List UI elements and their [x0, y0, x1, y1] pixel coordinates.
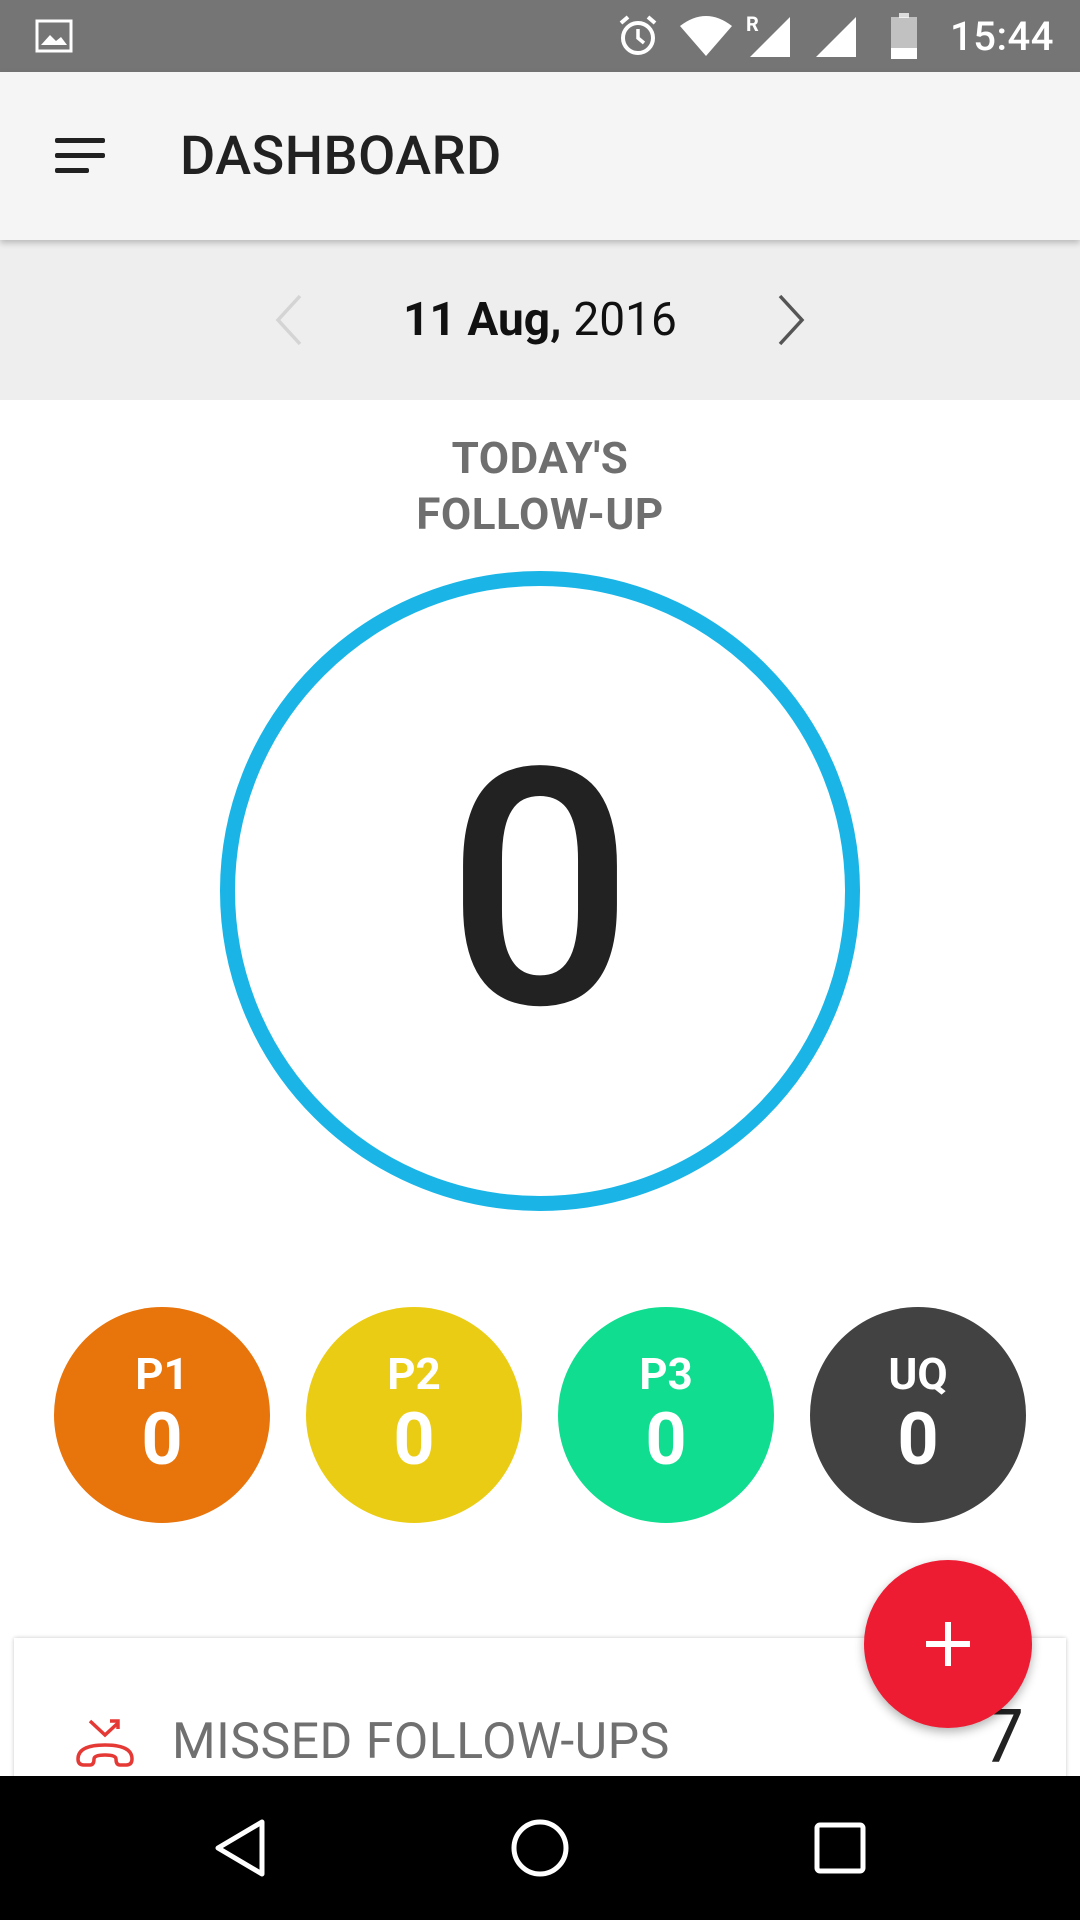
alarm-icon: [614, 0, 662, 72]
battery-icon: [886, 0, 922, 72]
followup-count: 0: [446, 697, 634, 1084]
followup-count-ring[interactable]: 0: [220, 571, 860, 1211]
followup-heading-line1: TODAY'S: [451, 432, 629, 484]
date-navigator: 11 Aug, 2016: [0, 240, 1080, 400]
chevron-right-icon[interactable]: [752, 280, 832, 360]
signal-icon-2: [810, 0, 858, 72]
missed-followups-label: MISSED FOLLOW-UPS: [172, 1713, 670, 1771]
signal-icon: R: [744, 0, 792, 72]
missed-call-icon: [60, 1708, 150, 1778]
hamburger-menu-icon[interactable]: [40, 116, 120, 196]
gallery-icon: [34, 0, 74, 72]
priority-uq-button[interactable]: UQ 0: [810, 1307, 1026, 1523]
priority-count: 0: [645, 1397, 687, 1482]
priority-label: P2: [387, 1348, 441, 1400]
status-time: 15:44: [950, 12, 1054, 60]
home-circle-icon[interactable]: [490, 1798, 590, 1898]
priority-label: UQ: [888, 1348, 948, 1400]
priority-p1-button[interactable]: P1 0: [54, 1307, 270, 1523]
back-triangle-icon[interactable]: [190, 1798, 290, 1898]
roaming-indicator: R: [746, 12, 759, 36]
recents-square-icon[interactable]: [790, 1798, 890, 1898]
priority-count: 0: [141, 1397, 183, 1482]
priority-p3-button[interactable]: P3 0: [558, 1307, 774, 1523]
system-nav-bar: [0, 1776, 1080, 1920]
followup-heading-line2: FOLLOW-UP: [416, 488, 664, 540]
wifi-icon: [678, 0, 734, 72]
priority-label: P3: [639, 1348, 693, 1400]
priority-count: 0: [393, 1397, 435, 1482]
date-day-month: 11 Aug,: [403, 293, 562, 347]
screen: R 15:44 DASHBOARD 11 Aug, 2016 TODAY'S F…: [0, 0, 1080, 1920]
priority-p2-button[interactable]: P2 0: [306, 1307, 522, 1523]
status-bar: R 15:44: [0, 0, 1080, 72]
plus-icon: [926, 1622, 970, 1666]
current-date[interactable]: 11 Aug, 2016: [300, 240, 780, 400]
page-title: DASHBOARD: [180, 124, 502, 188]
priority-count: 0: [897, 1397, 939, 1482]
add-followup-button[interactable]: [864, 1560, 1032, 1728]
followup-heading: TODAY'S FOLLOW-UP: [0, 430, 1080, 542]
priority-label: P1: [135, 1348, 189, 1400]
date-year: 2016: [573, 293, 677, 347]
app-bar: DASHBOARD: [0, 72, 1080, 240]
